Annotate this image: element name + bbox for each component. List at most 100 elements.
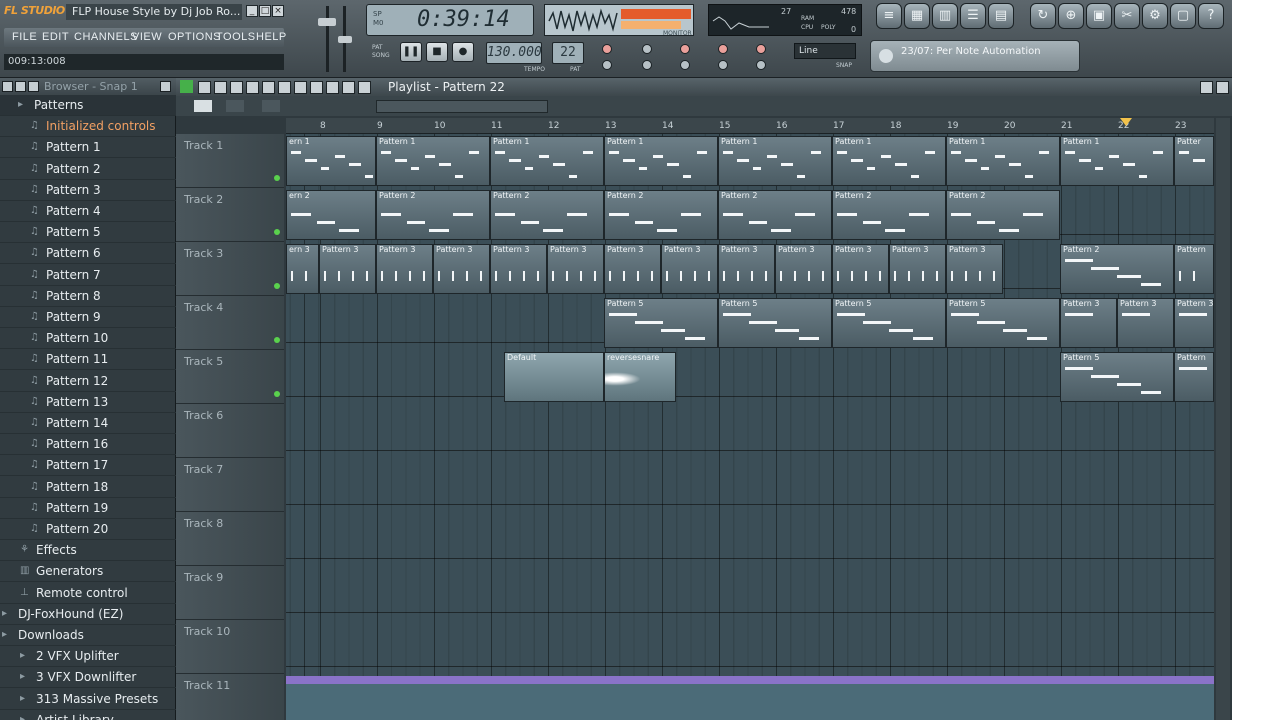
pattern-clip[interactable]: Pattern 3 — [1060, 298, 1117, 348]
tool-select-icon[interactable] — [294, 81, 307, 94]
wait-input-toggle[interactable] — [642, 60, 652, 70]
pattern-clip[interactable]: Pattern 1 — [1060, 136, 1174, 186]
time-display[interactable]: SP M0 0:39:14 — [366, 4, 534, 36]
track-active-led[interactable] — [274, 337, 280, 343]
browser-item[interactable]: ♫ Pattern 7 — [0, 265, 176, 286]
browser-item[interactable]: ⊥ Remote control — [0, 583, 176, 604]
pattern-clip[interactable]: Pattern 3 — [946, 244, 1003, 294]
record-automation-toggle[interactable] — [718, 44, 728, 54]
browser-item[interactable]: ♫ Pattern 6 — [0, 243, 176, 265]
browser-item[interactable]: ▸ DJ-FoxHound (EZ) — [0, 604, 176, 625]
browser-icon[interactable]: ☰ — [960, 3, 986, 29]
track-header[interactable]: Track 3 — [176, 242, 284, 296]
browser-item[interactable]: ▥ Generators — [0, 561, 176, 583]
minimize-icon[interactable]: _ — [246, 5, 258, 17]
pattern-clip[interactable]: Pattern 1 — [490, 136, 604, 186]
pattern-clip[interactable]: Default — [504, 352, 604, 402]
tool-zoom-icon[interactable] — [310, 81, 323, 94]
close-icon[interactable]: × — [272, 5, 284, 17]
playhead-marker[interactable] — [1120, 118, 1132, 126]
pattern-clip[interactable]: Pattern 3 — [433, 244, 490, 294]
mixer-icon[interactable]: ▤ — [988, 3, 1014, 29]
undo-icon[interactable]: ↻ — [1030, 3, 1056, 29]
pattern-clip[interactable]: Pattern 3 — [319, 244, 376, 294]
pattern-clip[interactable]: ern 2 — [286, 190, 376, 240]
pat-mode-label[interactable]: PAT — [372, 44, 383, 51]
pattern-clip[interactable]: Pattern 3 — [490, 244, 547, 294]
pattern-clip[interactable]: Pattern — [1174, 244, 1214, 294]
browser-item[interactable]: ♫ Pattern 16 — [0, 434, 176, 456]
menu-help[interactable]: HELP — [256, 31, 287, 43]
pattern-clip[interactable]: Pattern 3 — [889, 244, 946, 294]
pattern-clip[interactable]: Pattern 5 — [1060, 352, 1174, 402]
tool-loop-icon[interactable] — [358, 81, 371, 94]
menu-channels[interactable]: CHANNELS — [74, 31, 138, 43]
pattern-clip[interactable]: Pattern 2 — [946, 190, 1060, 240]
track-header[interactable]: Track 7 — [176, 458, 284, 512]
pattern-clip[interactable]: Pattern 3 — [775, 244, 832, 294]
tool-delete-icon[interactable] — [230, 81, 243, 94]
stop-button[interactable]: ■ — [426, 42, 448, 62]
pattern-clip[interactable]: Pattern — [1174, 352, 1214, 402]
browser-back-icon[interactable] — [15, 81, 26, 92]
pattern-clip[interactable]: Pattern 3 — [604, 244, 661, 294]
track-header[interactable]: Track 11 — [176, 674, 284, 720]
track-header[interactable]: Track 6 — [176, 404, 284, 458]
browser-item[interactable]: ♫ Pattern 14 — [0, 413, 176, 434]
countdown-toggle[interactable] — [642, 44, 652, 54]
menu-file[interactable]: FILE — [12, 31, 37, 43]
browser-item[interactable]: ♫ Pattern 10 — [0, 328, 176, 350]
track-header[interactable]: Track 9 — [176, 566, 284, 620]
pattern-clip[interactable]: Pattern 5 — [832, 298, 946, 348]
menu-tools[interactable]: TOOLS — [216, 31, 256, 43]
save-icon[interactable]: ▣ — [1086, 3, 1112, 29]
browser-item[interactable]: ♫ Pattern 17 — [0, 455, 176, 477]
browser-item[interactable]: ♫ Pattern 20 — [0, 519, 176, 540]
pattern-clip[interactable]: Pattern 5 — [946, 298, 1060, 348]
timeline-ruler[interactable]: 8 9 10 11 12 13 14 15 16 17 18 19 20 21 22 23 — [286, 118, 1214, 134]
blend-notes-toggle[interactable] — [680, 60, 690, 70]
overdub-toggle[interactable] — [756, 60, 766, 70]
track-header[interactable]: Track 10 — [176, 620, 284, 674]
browser-item[interactable]: ▸ Patterns — [0, 95, 176, 116]
pause-button[interactable]: ❚❚ — [400, 42, 422, 62]
menu-edit[interactable]: EDIT — [42, 31, 69, 43]
pattern-clip[interactable]: Pattern 1 — [946, 136, 1060, 186]
menu-view[interactable]: VIEW — [132, 31, 162, 43]
playlist-menu-icon[interactable] — [180, 80, 193, 93]
track-header[interactable]: Track 4 — [176, 296, 284, 350]
pattern-clip[interactable]: Pattern 3 — [547, 244, 604, 294]
playlist-icon[interactable]: ≡ — [876, 3, 902, 29]
track-header[interactable]: Track 2 — [176, 188, 284, 242]
project-info-icon[interactable]: ▢ — [1170, 3, 1196, 29]
arrangement-grid[interactable]: ern 1 Pattern 1 Pattern 1 Pattern 1 Pattern … — [286, 134, 1214, 720]
browser-item[interactable]: ♫ Pattern 3 — [0, 180, 176, 201]
track-header[interactable]: Track 5 — [176, 350, 284, 404]
browser-item[interactable]: ▸ 313 Massive Presets — [0, 689, 176, 710]
playlist-close-icon[interactable] — [1216, 81, 1229, 94]
pattern-clip[interactable]: Pattern 2 — [490, 190, 604, 240]
pattern-clip[interactable]: Pattern 3 — [1117, 298, 1174, 348]
browser-item[interactable]: ♫ Pattern 5 — [0, 222, 176, 244]
track-header[interactable]: Track 1 — [176, 134, 284, 188]
metronome-toggle[interactable] — [602, 44, 612, 54]
typing-keyboard-toggle[interactable] — [680, 44, 690, 54]
tool-mute-icon[interactable] — [246, 81, 259, 94]
track-active-led[interactable] — [274, 175, 280, 181]
new-file-icon[interactable]: ⊕ — [1058, 3, 1084, 29]
help-icon[interactable]: ? — [1198, 3, 1224, 29]
pattern-clip[interactable]: Pattern 5 — [718, 298, 832, 348]
pattern-clip[interactable]: Pattern 2 — [718, 190, 832, 240]
horizontal-scrollbar[interactable] — [376, 100, 548, 113]
step-sequencer-icon[interactable]: ▦ — [904, 3, 930, 29]
browser-item[interactable]: ♫ Pattern 1 — [0, 137, 176, 159]
master-pitch-slider[interactable] — [338, 4, 352, 74]
browser-item[interactable]: ♫ Initialized controls — [0, 116, 176, 138]
snap-selector[interactable]: Line — [794, 43, 856, 59]
menu-options[interactable]: OPTIONS — [168, 31, 221, 43]
loop-record-toggle[interactable] — [756, 44, 766, 54]
browser-close-icon[interactable] — [160, 81, 171, 92]
track-active-led[interactable] — [274, 283, 280, 289]
tool-playback-icon[interactable] — [326, 81, 339, 94]
browser-item[interactable]: ♫ Pattern 9 — [0, 307, 176, 328]
